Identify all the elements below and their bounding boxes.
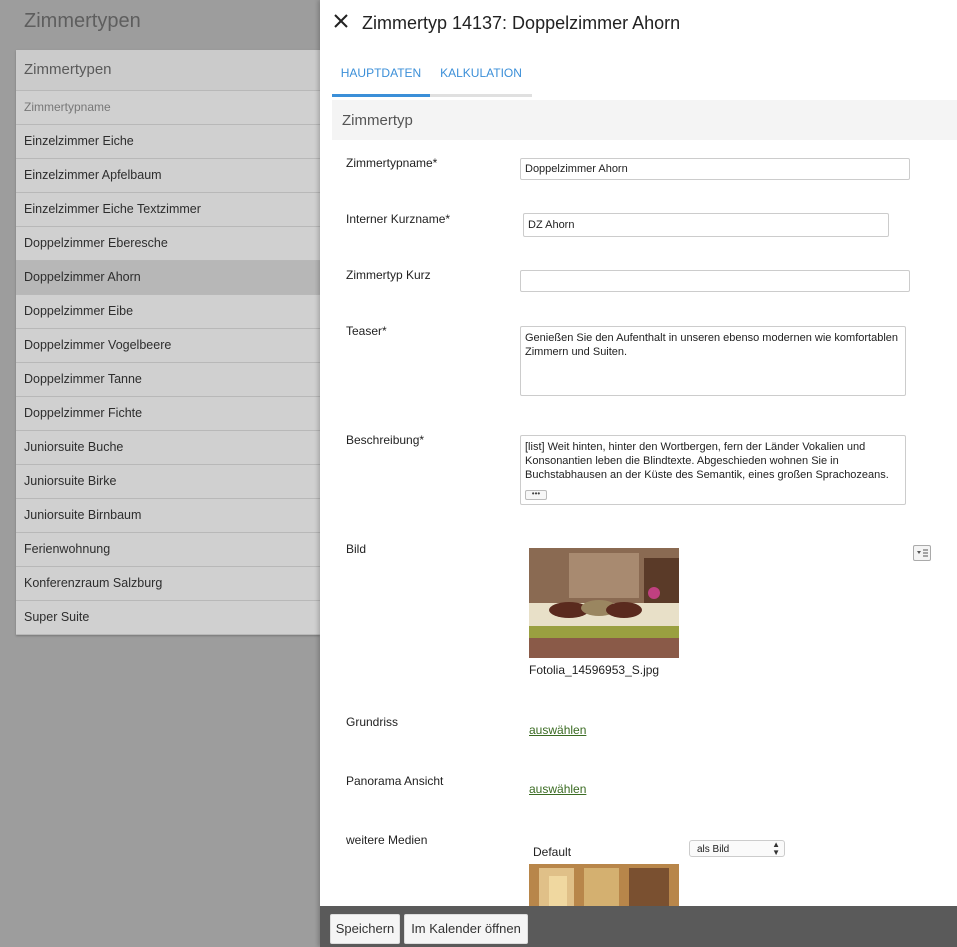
beschreibung-editor[interactable]: [list] Weit hinten, hinter den Wortberge… [520,435,906,505]
more-button[interactable]: ••• [525,490,547,500]
list-card-title: Zimmertypen [16,50,320,91]
kurzname-label: Interner Kurzname* [346,212,451,226]
list-item[interactable]: Doppelzimmer Vogelbeere [16,329,320,363]
column-header-zimmertypname[interactable]: Zimmertypname [16,91,320,125]
panel-title: Zimmertyp 14137: Doppelzimmer Ahorn [362,13,681,33]
room-photo-image[interactable] [529,548,679,658]
list-item[interactable]: Doppelzimmer Eibe [16,295,320,329]
list-item-selected[interactable]: Doppelzimmer Ahorn [16,261,320,295]
tab-kalkulation[interactable]: KALKULATION [430,56,532,97]
select-arrows-icon: ▲ ▼ [772,840,780,857]
media-image[interactable] [529,864,679,906]
list-item[interactable]: Konferenzraum Salzburg [16,567,320,601]
list-item[interactable]: Juniorsuite Birnbaum [16,499,320,533]
grundriss-select-link[interactable]: auswählen [529,723,586,737]
list-item[interactable]: Einzelzimmer Apfelbaum [16,159,320,193]
close-icon[interactable] [330,10,352,32]
teaser-label: Teaser* [346,324,387,338]
zimmertypname-field[interactable] [520,158,910,180]
zimmertypname-label: Zimmertypname* [346,156,438,170]
action-footer: Speichern Im Kalender öffnen [320,906,957,947]
list-item[interactable]: Juniorsuite Birke [16,465,320,499]
form-content: Zimmertyp Zimmertypname* Interner Kurzna… [332,100,957,906]
room-type-list-pane: Zimmertypen Zimmertypen Zimmertypname Ei… [0,0,320,947]
list-item[interactable]: Super Suite [16,601,320,635]
list-item[interactable]: Doppelzimmer Eberesche [16,227,320,261]
kurzname-field[interactable] [523,213,889,237]
beschreibung-text: [list] Weit hinten, hinter den Wortberge… [525,441,889,481]
weitere-medien-label: weitere Medien [346,833,428,847]
save-button[interactable]: Speichern [330,914,400,944]
panorama-label: Panorama Ansicht [346,774,444,788]
bild-label: Bild [346,542,367,556]
beschreibung-label: Beschreibung* [346,433,425,447]
zimmertyp-kurz-field[interactable] [520,270,910,292]
media-type-select[interactable]: als Bild ▲ ▼ [689,840,785,857]
teaser-textarea[interactable]: Genießen Sie den Aufenthalt in unseren e… [520,326,906,396]
list-item[interactable]: Einzelzimmer Eiche Textzimmer [16,193,320,227]
list-item[interactable]: Doppelzimmer Tanne [16,363,320,397]
photo-filename: Fotolia_14596953_S.jpg [529,663,660,677]
list-item[interactable]: Einzelzimmer Eiche [16,125,320,159]
open-calendar-button[interactable]: Im Kalender öffnen [404,914,528,944]
list-item[interactable]: Juniorsuite Buche [16,431,320,465]
section-header: Zimmertyp [332,100,957,140]
media-default-label: Default [533,845,572,859]
room-type-list-card: Zimmertypen Zimmertypname Einzelzimmer E… [16,50,320,635]
tab-bar: HAUPTDATEN KALKULATION [332,56,532,97]
section-title: Zimmertyp [342,112,413,129]
detail-panel: Zimmertyp 14137: Doppelzimmer Ahorn HAUP… [320,0,957,947]
image-options-icon[interactable] [913,545,931,561]
list-item[interactable]: Doppelzimmer Fichte [16,397,320,431]
grundriss-label: Grundriss [346,715,399,729]
panorama-select-link[interactable]: auswählen [529,782,586,796]
page-title: Zimmertypen [24,10,141,32]
tab-hauptdaten[interactable]: HAUPTDATEN [332,56,430,97]
zimmertyp-kurz-label: Zimmertyp Kurz [346,268,431,282]
list-item[interactable]: Ferienwohnung [16,533,320,567]
media-type-select-value: als Bild [697,844,730,855]
